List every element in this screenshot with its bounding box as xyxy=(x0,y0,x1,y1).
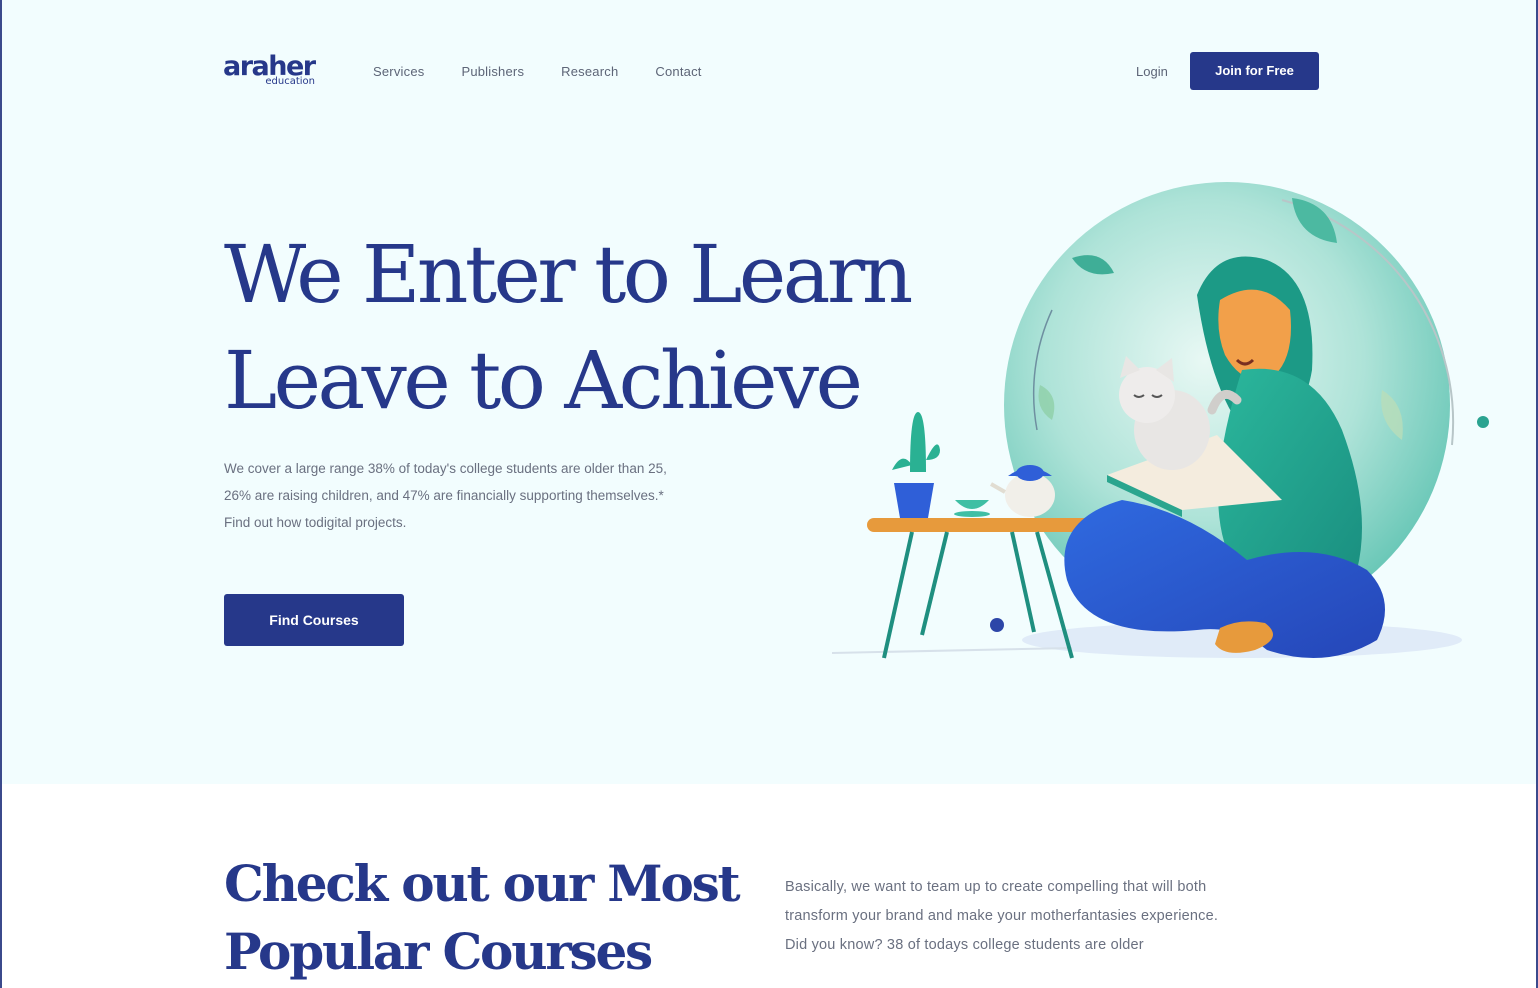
nav-link-services[interactable]: Services xyxy=(373,63,424,81)
main-nav: Services Publishers Research Contact xyxy=(373,63,739,81)
hero-section: araher education Services Publishers Res… xyxy=(2,0,1536,784)
courses-desc-line-3: Did you know? 38 of todays college stude… xyxy=(785,937,1144,953)
dot xyxy=(990,618,1004,632)
hero-desc-line-2: 26% are raising children, and 47% are fi… xyxy=(224,488,664,503)
teacup xyxy=(955,500,989,509)
hero-desc-line-3: Find out how todigital projects. xyxy=(224,515,407,530)
hero-title-line-2: Leave to Achieve xyxy=(224,334,863,427)
login-link[interactable]: Login xyxy=(1136,63,1168,81)
hero-description: We cover a large range 38% of today's co… xyxy=(224,455,784,536)
courses-desc-line-1: Basically, we want to team up to create … xyxy=(785,879,1207,895)
courses-desc-line-2: transform your brand and make your mothe… xyxy=(785,908,1219,924)
hero-desc-line-1: We cover a large range 38% of today's co… xyxy=(224,461,667,476)
hero-title-line-1: We Enter to Learn xyxy=(224,228,913,321)
nav-link-research[interactable]: Research xyxy=(561,63,618,81)
courses-title-line-1: Check out our Most xyxy=(224,854,741,913)
cactus xyxy=(910,412,926,472)
join-for-free-button[interactable]: Join for Free xyxy=(1190,52,1319,90)
nav-link-publishers[interactable]: Publishers xyxy=(461,63,524,81)
courses-section-description: Basically, we want to team up to create … xyxy=(785,873,1345,960)
courses-section-title: Check out our Most Popular Courses xyxy=(224,850,744,986)
nav-link-contact[interactable]: Contact xyxy=(655,63,701,81)
hero-title: We Enter to Learn Leave to Achieve xyxy=(224,222,924,434)
dot xyxy=(1477,416,1489,428)
logo-subtitle: education xyxy=(265,76,315,87)
hero-illustration xyxy=(831,182,1489,659)
find-courses-button[interactable]: Find Courses xyxy=(224,594,404,646)
courses-title-line-2: Popular Courses xyxy=(224,922,653,981)
landing-page: araher education Services Publishers Res… xyxy=(0,0,1538,988)
table-top xyxy=(867,518,1092,532)
plant-pot xyxy=(894,483,934,518)
logo[interactable]: araher education xyxy=(223,52,319,92)
